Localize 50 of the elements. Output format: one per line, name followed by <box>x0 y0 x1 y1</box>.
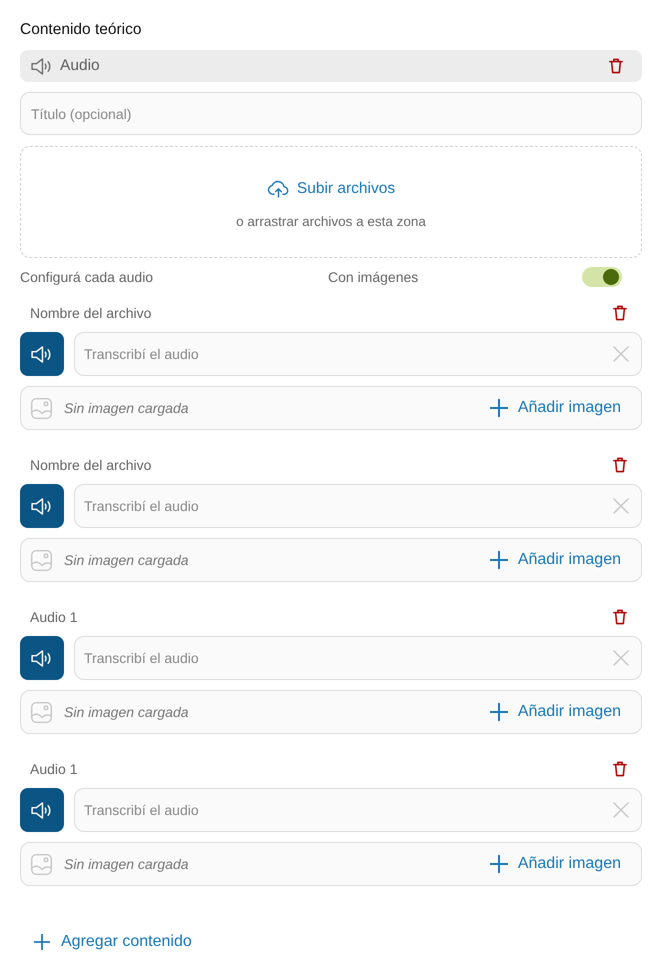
audio-button[interactable] <box>20 332 64 376</box>
file-name: Audio 1 <box>30 761 78 777</box>
speaker-icon <box>31 650 53 666</box>
trash-icon[interactable] <box>609 58 623 74</box>
speaker-icon <box>31 498 53 514</box>
title-field[interactable]: Título (opcional) <box>20 92 642 135</box>
add-image-button[interactable]: Añadir imagen <box>490 703 621 721</box>
dropzone[interactable]: Subir archivos o arrastrar archivos a esta zona <box>20 146 642 258</box>
speaker-icon <box>31 346 53 362</box>
plus-icon <box>490 855 508 873</box>
transcription-field[interactable]: Transcribí el audio <box>74 636 642 680</box>
image-placeholder-icon <box>31 398 52 418</box>
speaker-icon <box>31 802 53 818</box>
speaker-icon <box>31 58 53 74</box>
transcription-field[interactable]: Transcribí el audio <box>74 788 642 832</box>
trash-icon[interactable] <box>613 457 627 473</box>
cloud-upload-icon <box>266 180 290 198</box>
toggle-label: Con imágenes <box>328 269 418 285</box>
trash-icon[interactable] <box>613 609 627 625</box>
image-status: Sin imagen cargada <box>64 552 189 568</box>
add-image-button[interactable]: Añadir imagen <box>490 399 621 417</box>
plus-icon <box>490 551 508 569</box>
image-placeholder-icon <box>31 702 52 722</box>
image-status: Sin imagen cargada <box>64 856 189 872</box>
file-name: Nombre del archivo <box>30 305 152 321</box>
image-status: Sin imagen cargada <box>64 704 189 720</box>
image-placeholder-icon <box>31 550 52 570</box>
block-title: Audio <box>60 57 100 75</box>
trash-icon[interactable] <box>613 761 627 777</box>
file-name: Nombre del archivo <box>30 457 152 473</box>
config-label: Configurá cada audio <box>20 269 154 285</box>
audio-button[interactable] <box>20 484 64 528</box>
trash-icon[interactable] <box>613 305 627 321</box>
upload-button[interactable]: Subir archivos <box>266 178 396 200</box>
add-image-button[interactable]: Añadir imagen <box>490 551 621 569</box>
plus-icon <box>34 934 50 950</box>
images-toggle[interactable] <box>582 267 622 287</box>
plus-icon <box>490 399 508 417</box>
transcription-field[interactable]: Transcribí el audio <box>74 332 642 376</box>
plus-icon <box>490 703 508 721</box>
audio-button[interactable] <box>20 636 64 680</box>
add-image-button[interactable]: Añadir imagen <box>490 855 621 873</box>
add-content-button[interactable]: Agregar contenido <box>34 931 192 953</box>
transcription-field[interactable]: Transcribí el audio <box>74 484 642 528</box>
file-name: Audio 1 <box>30 609 78 625</box>
image-placeholder-icon <box>31 854 52 874</box>
section-title: Contenido teórico <box>20 21 142 39</box>
image-status: Sin imagen cargada <box>64 400 189 416</box>
dropzone-hint: o arrastrar archivos a esta zona <box>236 213 426 231</box>
audio-button[interactable] <box>20 788 64 832</box>
